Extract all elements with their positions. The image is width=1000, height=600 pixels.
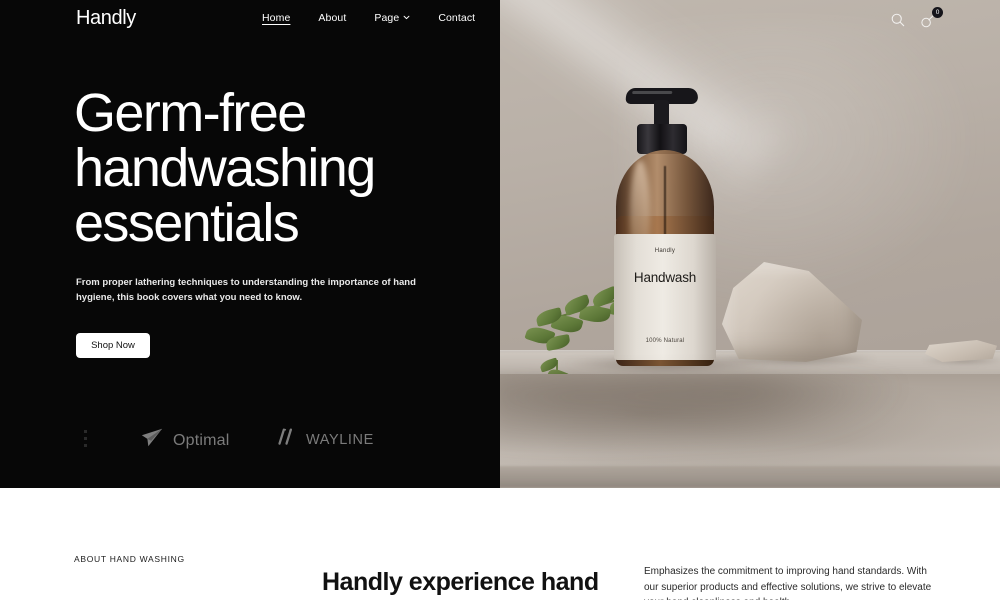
nav-item-about[interactable]: About	[318, 12, 346, 24]
main-navigation: Home About Page Contact	[262, 12, 475, 24]
search-icon[interactable]	[890, 12, 908, 30]
nav-item-contact[interactable]: Contact	[438, 12, 475, 24]
brand-logo[interactable]: Handly	[76, 7, 136, 30]
hero-section: Handly Handwash 100% Natural Handly Home…	[0, 0, 1000, 488]
slab-bottom-lip	[490, 466, 1000, 488]
partner-name: Optimal	[173, 431, 230, 449]
cart-count-badge: 0	[932, 7, 943, 18]
double-slash-icon	[276, 427, 297, 453]
shopping-cart-icon[interactable]: 0	[920, 7, 943, 30]
nav-item-page-label: Page	[374, 12, 400, 24]
nav-item-home[interactable]: Home	[262, 12, 290, 24]
label-product-name: Handwash	[633, 270, 697, 285]
label-brand: Handly	[654, 248, 676, 254]
chevron-down-icon	[403, 14, 410, 21]
partner-logo-optimal[interactable]: Optimal	[140, 426, 230, 455]
landing-page: Handly Handwash 100% Natural Handly Home…	[0, 0, 1000, 600]
paper-plane-icon	[140, 426, 164, 455]
shop-now-button[interactable]: Shop Now	[76, 333, 150, 358]
bottle-label: Handly Handwash 100% Natural	[614, 234, 716, 360]
hero-headline: Germ-free handwashing essentials	[74, 83, 376, 253]
hero-subtext: From proper lathering techniques to unde…	[76, 277, 416, 303]
about-eyebrow: ABOUT HAND WASHING	[74, 554, 185, 564]
partial-logo-marks	[84, 430, 87, 447]
nav-item-page[interactable]: Page	[374, 12, 410, 24]
about-copy: Emphasizes the commitment to improving h…	[644, 566, 932, 600]
partner-logo-strip: Optimal WAYLINE	[76, 420, 476, 460]
partner-name: WAYLINE	[306, 432, 374, 448]
label-claim: 100% Natural	[645, 338, 685, 344]
soap-bottle: Handly Handwash 100% Natural	[604, 88, 726, 366]
about-title: Handly experience hand	[322, 568, 599, 596]
header-utility-icons: 0	[890, 7, 943, 30]
small-stone	[925, 340, 997, 362]
partner-logo-wayline[interactable]: WAYLINE	[276, 427, 374, 453]
